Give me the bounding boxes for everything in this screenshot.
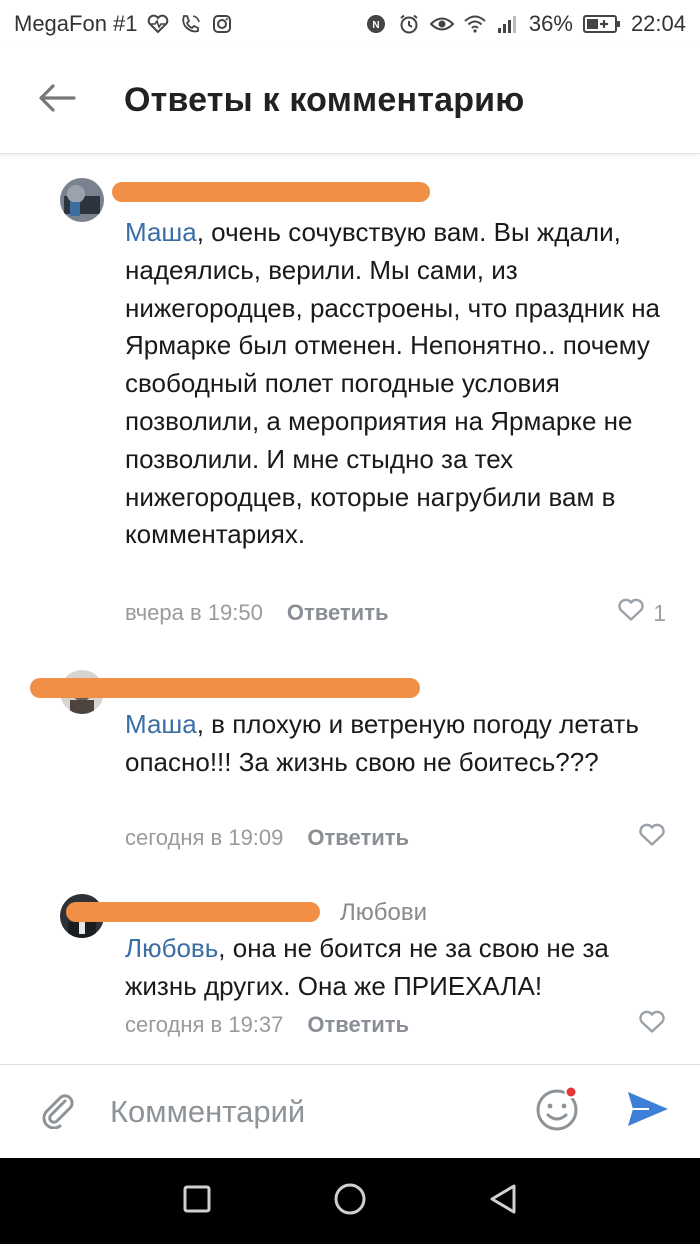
comments-list: Маша, очень сочувствую вам. Вы ждали, на…	[0, 156, 700, 1064]
comment-text: Маша, в плохую и ветреную погоду летать …	[125, 706, 670, 782]
carrier-name: MegaFon #1	[14, 11, 138, 36]
triangle-back-icon	[488, 1183, 518, 1220]
like-button[interactable]	[638, 1010, 666, 1040]
home-button[interactable]	[320, 1171, 380, 1231]
heart-pulse-icon	[146, 12, 170, 36]
like-count: 1	[653, 599, 666, 626]
paperclip-icon	[38, 1089, 78, 1134]
comment-composer	[0, 1064, 700, 1158]
emoji-button[interactable]	[530, 1083, 586, 1139]
comment-text: Любовь, она не боится не за свою не за ж…	[125, 930, 670, 1006]
redaction-mark	[112, 182, 430, 202]
reply-button[interactable]: Ответить	[287, 600, 389, 626]
svg-text:N: N	[372, 20, 379, 31]
header: Ответы к комментарию	[0, 48, 700, 154]
comment-meta: вчера в 19:50 Ответить 1	[125, 598, 670, 628]
recent-apps-button[interactable]	[167, 1171, 227, 1231]
reply-button[interactable]: Ответить	[307, 825, 409, 851]
attach-button[interactable]	[28, 1082, 88, 1142]
heart-icon	[638, 823, 666, 853]
status-left: MegaFon #1	[14, 11, 234, 37]
arrow-left-icon	[38, 83, 76, 118]
comment-meta: сегодня в 19:09 Ответить	[125, 823, 670, 853]
phone-wifi-icon	[178, 12, 202, 36]
instagram-icon	[210, 12, 234, 36]
comment-body: , в плохую и ветреную погоду летать опас…	[125, 709, 639, 777]
system-nav-bar	[0, 1158, 700, 1244]
back-button[interactable]	[22, 66, 92, 136]
comment-time: сегодня в 19:37	[125, 1012, 284, 1037]
comment-meta: сегодня в 19:37 Ответить	[125, 1010, 670, 1040]
comment-time: вчера в 19:50	[125, 600, 263, 625]
page-title: Ответы к комментарию	[124, 81, 525, 119]
send-icon	[625, 1089, 671, 1134]
square-icon	[182, 1184, 212, 1219]
battery-percent: 36%	[528, 11, 573, 36]
clock-time: 22:04	[630, 11, 686, 36]
circle-icon	[333, 1182, 367, 1221]
avatar[interactable]	[60, 178, 104, 222]
mention-link[interactable]: Любовь	[125, 933, 218, 963]
like-button[interactable]	[638, 823, 666, 853]
back-nav-button[interactable]	[473, 1171, 533, 1231]
reply-to-name[interactable]: Любови	[340, 899, 427, 927]
comment-time: сегодня в 19:09	[125, 825, 284, 850]
comment-body: , очень сочувствую вам. Вы ждали, надеял…	[125, 217, 661, 550]
comment-text: Маша, очень сочувствую вам. Вы ждали, на…	[125, 214, 670, 554]
heart-icon	[638, 1010, 666, 1040]
mention-link[interactable]: Маша	[125, 709, 197, 739]
wifi-icon	[463, 12, 487, 36]
reply-button[interactable]: Ответить	[307, 1012, 409, 1038]
redaction-mark	[30, 678, 420, 698]
data-saver-icon: N	[364, 12, 388, 36]
status-bar: MegaFon #1 N 36% 22:04	[0, 0, 700, 48]
heart-icon	[617, 598, 645, 628]
smile-icon	[533, 1084, 583, 1139]
status-right: N 36% 22:04	[364, 11, 686, 37]
like-button[interactable]: 1	[617, 598, 666, 628]
comment-input[interactable]	[110, 1081, 510, 1142]
send-button[interactable]	[618, 1083, 678, 1139]
mention-link[interactable]: Маша	[125, 217, 197, 247]
battery-icon	[582, 12, 622, 36]
alarm-icon	[397, 12, 421, 36]
signal-icon	[496, 12, 520, 36]
redaction-mark	[66, 902, 320, 922]
eye-icon	[429, 12, 454, 36]
